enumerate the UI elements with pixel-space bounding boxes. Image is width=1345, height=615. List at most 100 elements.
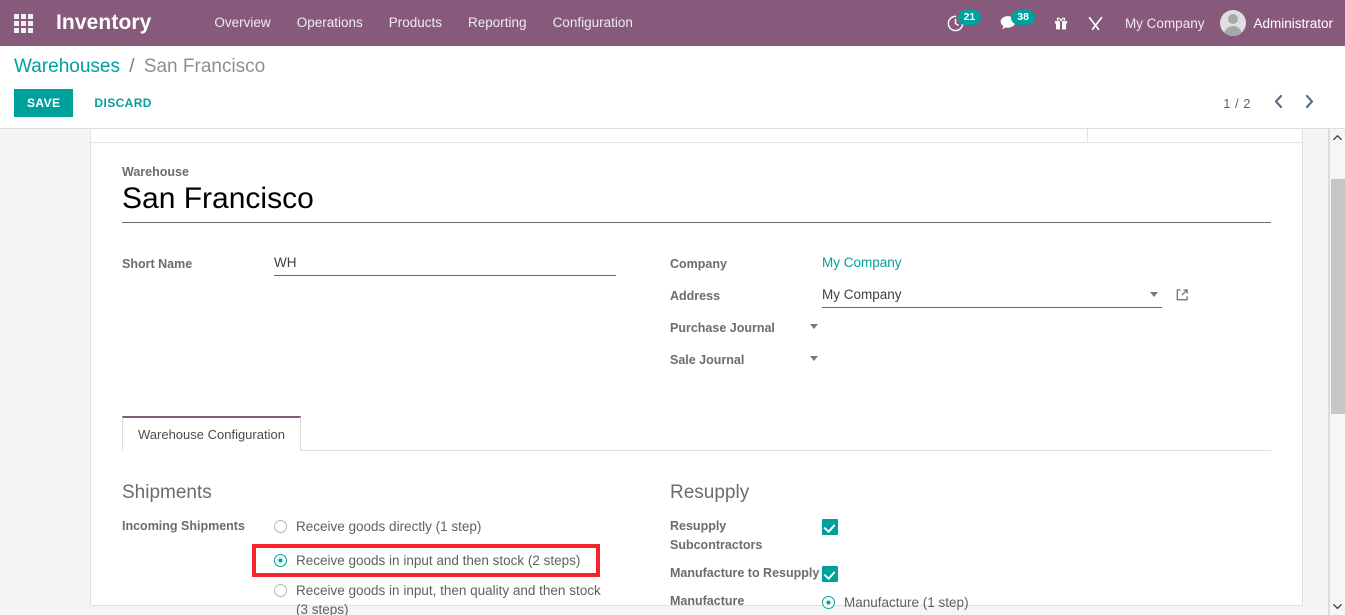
vertical-scrollbar[interactable] <box>1329 129 1345 615</box>
stat-button-left[interactable] <box>90 129 1088 143</box>
warehouse-label: Warehouse <box>122 165 189 179</box>
menu-item-configuration[interactable]: Configuration <box>540 0 646 46</box>
menu-item-operations[interactable]: Operations <box>284 0 376 46</box>
navbar-systray: 21 38 My Company Administrator <box>938 0 1345 46</box>
address-select[interactable]: My Company <box>822 286 1162 308</box>
user-menu[interactable]: Administrator <box>1216 10 1333 36</box>
breadcrumb-current: San Francisco <box>143 56 266 77</box>
stat-button-bar <box>90 129 1303 143</box>
radio-icon-selected <box>822 596 835 609</box>
messages-count-badge: 38 <box>1011 9 1035 25</box>
stat-button-right[interactable] <box>1088 129 1303 143</box>
messages-menu-button[interactable]: 38 <box>990 0 1044 46</box>
pager-next-button[interactable] <box>1296 92 1323 114</box>
main-menu: Overview Operations Products Reporting C… <box>201 0 645 46</box>
menu-item-reporting[interactable]: Reporting <box>455 0 540 46</box>
short-name-label: Short Name <box>122 257 193 271</box>
form-sheet: Warehouse San Francisco Short Name WH Co… <box>90 143 1303 615</box>
top-navbar: Inventory Overview Operations Products R… <box>0 0 1345 46</box>
record-pager: 1 / 2 <box>1223 92 1323 114</box>
radio-icon-selected <box>274 554 287 567</box>
content-area: Warehouse San Francisco Short Name WH Co… <box>0 129 1345 615</box>
resupply-title: Resupply <box>670 482 750 503</box>
breadcrumb-separator: / <box>129 56 135 77</box>
activity-count-badge: 21 <box>957 9 982 25</box>
company-label: Company <box>670 257 727 271</box>
menu-item-products[interactable]: Products <box>376 0 455 46</box>
radio-option-3-steps[interactable]: Receive goods in input, then quality and… <box>274 581 614 615</box>
notebook: Warehouse Configuration Shipments Incomi… <box>122 416 1271 615</box>
shipments-title: Shipments <box>122 482 212 503</box>
radio-option-label: Receive goods in input, then quality and… <box>296 583 601 615</box>
field-manufacture-to-resupply: Manufacture to Resupply <box>670 564 1271 583</box>
radio-option-2-steps[interactable]: Receive goods in input and then stock (2… <box>274 551 592 570</box>
resupply-subcontractors-checkbox[interactable] <box>822 518 838 535</box>
tools-icon <box>1088 16 1103 30</box>
chevron-down-icon <box>810 324 818 329</box>
menu-item-overview[interactable]: Overview <box>201 0 283 46</box>
external-link-icon <box>1176 289 1188 301</box>
warehouse-name-input[interactable]: San Francisco <box>122 181 1271 223</box>
save-button[interactable]: SAVE <box>14 89 74 117</box>
breadcrumb: Warehouses / San Francisco <box>14 54 1331 80</box>
pager-value: 1 / 2 <box>1223 95 1251 111</box>
form-columns: Short Name WH Company My Company Address… <box>122 252 1271 380</box>
radio-option-manufacture-1-step[interactable]: Manufacture (1 step) <box>822 593 1271 612</box>
avatar <box>1220 10 1247 36</box>
manufacture-to-resupply-checkbox[interactable] <box>822 565 838 582</box>
user-name: Administrator <box>1253 15 1333 31</box>
radio-icon <box>274 520 287 533</box>
manufacture-to-resupply-label: Manufacture to Resupply <box>670 566 820 580</box>
address-external-link-button[interactable] <box>1175 288 1189 307</box>
tools-menu-button[interactable] <box>1078 0 1113 46</box>
chevron-down-icon <box>810 356 818 361</box>
scroll-down-button[interactable] <box>1330 598 1345 615</box>
field-resupply-subcontractors: Resupply Subcontractors <box>670 517 1271 555</box>
resupply-group: Resupply Resupply Subcontractors Manufac… <box>662 481 1271 615</box>
field-purchase-journal: Purchase Journal <box>670 316 1271 341</box>
field-sale-journal: Sale Journal <box>670 348 1271 373</box>
chevron-right-icon <box>1305 94 1314 109</box>
shipments-group: Shipments Incoming Shipments Receive goo… <box>122 481 662 615</box>
highlighted-selection-box: Receive goods in input and then stock (2… <box>252 544 600 577</box>
radio-option-1-step[interactable]: Receive goods directly (1 step) <box>274 517 614 536</box>
scrollbar-thumb[interactable] <box>1331 179 1345 414</box>
gift-menu-button[interactable] <box>1044 0 1078 46</box>
field-manufacture: Manufacture Manufacture (1 step) <box>670 592 1271 615</box>
address-value: My Company <box>822 287 902 302</box>
company-value-link[interactable]: My Company <box>822 255 902 270</box>
resupply-subcontractors-label: Resupply Subcontractors <box>670 519 763 552</box>
breadcrumb-warehouses[interactable]: Warehouses <box>14 56 120 77</box>
chevron-up-icon <box>1333 135 1342 141</box>
radio-option-label: Receive goods directly (1 step) <box>296 519 482 534</box>
field-short-name: Short Name WH <box>122 252 662 277</box>
manufacture-label: Manufacture <box>670 594 745 608</box>
radio-option-label: Manufacture (1 step) <box>844 595 969 610</box>
tab-panel-warehouse-configuration: Shipments Incoming Shipments Receive goo… <box>122 451 1271 615</box>
short-name-input[interactable]: WH <box>274 254 616 276</box>
chevron-left-icon <box>1274 94 1283 109</box>
grid-apps-icon <box>13 13 33 33</box>
purchase-journal-label: Purchase Journal <box>670 321 775 335</box>
address-label: Address <box>670 289 721 303</box>
sale-journal-label: Sale Journal <box>670 353 745 367</box>
pager-previous-button[interactable] <box>1265 92 1292 114</box>
tab-warehouse-configuration[interactable]: Warehouse Configuration <box>122 416 301 451</box>
control-panel: Warehouses / San Francisco SAVE DISCARD … <box>0 46 1345 129</box>
app-brand-title[interactable]: Inventory <box>46 11 157 35</box>
apps-menu-button[interactable] <box>0 0 46 46</box>
radio-icon <box>274 584 287 597</box>
chevron-down-icon <box>1150 292 1158 297</box>
gift-icon <box>1054 17 1068 30</box>
form-column-left: Short Name WH <box>122 252 662 380</box>
incoming-shipments-radio-group: Receive goods directly (1 step) Receive … <box>252 517 614 615</box>
chevron-down-icon <box>1333 604 1342 610</box>
form-scroll-container: Warehouse San Francisco Short Name WH Co… <box>0 129 1329 615</box>
scroll-up-button[interactable] <box>1330 129 1345 146</box>
notebook-tabs: Warehouse Configuration <box>122 416 1271 451</box>
discard-button[interactable]: DISCARD <box>81 89 164 117</box>
form-column-right: Company My Company Address My Company Pu… <box>662 252 1271 380</box>
company-switcher[interactable]: My Company <box>1113 16 1217 31</box>
field-company: Company My Company <box>670 252 1271 277</box>
activity-menu-button[interactable]: 21 <box>938 0 991 46</box>
